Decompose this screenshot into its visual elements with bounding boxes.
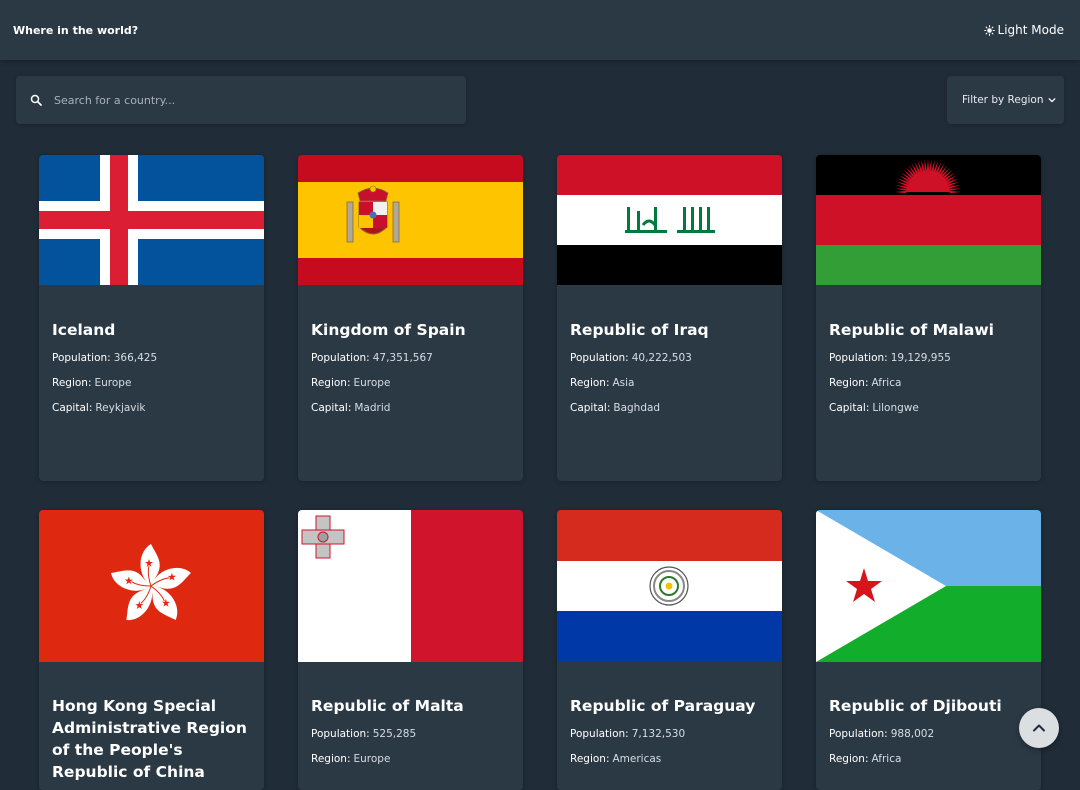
country-name: Republic of Djibouti bbox=[829, 697, 1002, 715]
region-filter-label: Filter by Region bbox=[962, 94, 1044, 106]
country-population: Population: 47,351,567 bbox=[311, 352, 433, 364]
country-region: Region: Europe bbox=[52, 377, 132, 389]
country-name: Republic of Malawi bbox=[829, 321, 994, 339]
app-header: Where in the world? Light Mode bbox=[0, 0, 1080, 60]
flag-djibouti bbox=[816, 510, 1041, 662]
flag-paraguay bbox=[557, 510, 782, 662]
region-filter-dropdown[interactable]: Filter by Region bbox=[947, 76, 1064, 124]
country-name: Republic of Iraq bbox=[570, 321, 709, 339]
country-capital: Capital: Lilongwe bbox=[829, 402, 919, 414]
country-card-hong-kong[interactable]: Hong Kong Special Administrative Region … bbox=[39, 510, 264, 790]
flag-iraq bbox=[557, 155, 782, 285]
country-region: Region: Americas bbox=[570, 753, 662, 765]
theme-toggle-label: Light Mode bbox=[997, 23, 1064, 37]
country-name: Hong Kong Special Administrative Region … bbox=[52, 697, 247, 781]
country-capital: Capital: Madrid bbox=[311, 402, 391, 414]
country-population: Population: 40,222,503 bbox=[570, 352, 692, 364]
country-name: Republic of Malta bbox=[311, 697, 464, 715]
flag-iceland bbox=[39, 155, 264, 285]
country-card-malawi[interactable]: Republic of Malawi Population: 19,129,955… bbox=[816, 155, 1041, 481]
search-box bbox=[16, 76, 466, 124]
chevron-up-icon bbox=[1033, 724, 1045, 732]
country-region: Region: Europe bbox=[311, 377, 391, 389]
country-region: Region: Europe bbox=[311, 753, 391, 765]
theme-toggle-button[interactable]: Light Mode bbox=[983, 23, 1064, 37]
app-title: Where in the world? bbox=[13, 23, 139, 37]
search-input[interactable] bbox=[52, 92, 432, 108]
country-card-paraguay[interactable]: Republic of Paraguay Population: 7,132,53… bbox=[557, 510, 782, 790]
country-population: Population: 7,132,530 bbox=[570, 728, 686, 740]
flag-spain bbox=[298, 155, 523, 285]
country-capital: Capital: Baghdad bbox=[570, 402, 661, 414]
flag-hong-kong bbox=[39, 510, 264, 662]
country-name: Iceland bbox=[52, 321, 116, 339]
country-population: Population: 366,425 bbox=[52, 352, 158, 364]
chevron-down-icon bbox=[1048, 98, 1056, 103]
country-region: Region: Africa bbox=[829, 377, 902, 389]
country-card-djibouti[interactable]: Republic of Djibouti Population: 988,002 … bbox=[816, 510, 1041, 790]
search-icon bbox=[30, 94, 42, 106]
country-card-iraq[interactable]: Republic of Iraq Population: 40,222,503 R… bbox=[557, 155, 782, 481]
country-card-iceland[interactable]: Iceland Population: 366,425 Region: Europe… bbox=[39, 155, 264, 481]
scroll-to-top-button[interactable] bbox=[1019, 708, 1059, 748]
country-region: Region: Africa bbox=[829, 753, 902, 765]
country-card-spain[interactable]: Kingdom of Spain Population: 47,351,567 R… bbox=[298, 155, 523, 481]
flag-malta bbox=[298, 510, 523, 662]
flag-malawi bbox=[816, 155, 1041, 285]
country-population: Population: 525,285 bbox=[311, 728, 417, 740]
country-region: Region: Asia bbox=[570, 377, 635, 389]
country-card-malta[interactable]: Republic of Malta Population: 525,285 Reg… bbox=[298, 510, 523, 790]
country-population: Population: 988,002 bbox=[829, 728, 935, 740]
country-population: Population: 19,129,955 bbox=[829, 352, 951, 364]
country-name: Kingdom of Spain bbox=[311, 321, 466, 339]
sun-icon bbox=[983, 24, 995, 36]
country-capital: Capital: Reykjavik bbox=[52, 402, 146, 414]
national-emblem-icon bbox=[649, 566, 689, 606]
country-name: Republic of Paraguay bbox=[570, 697, 756, 715]
